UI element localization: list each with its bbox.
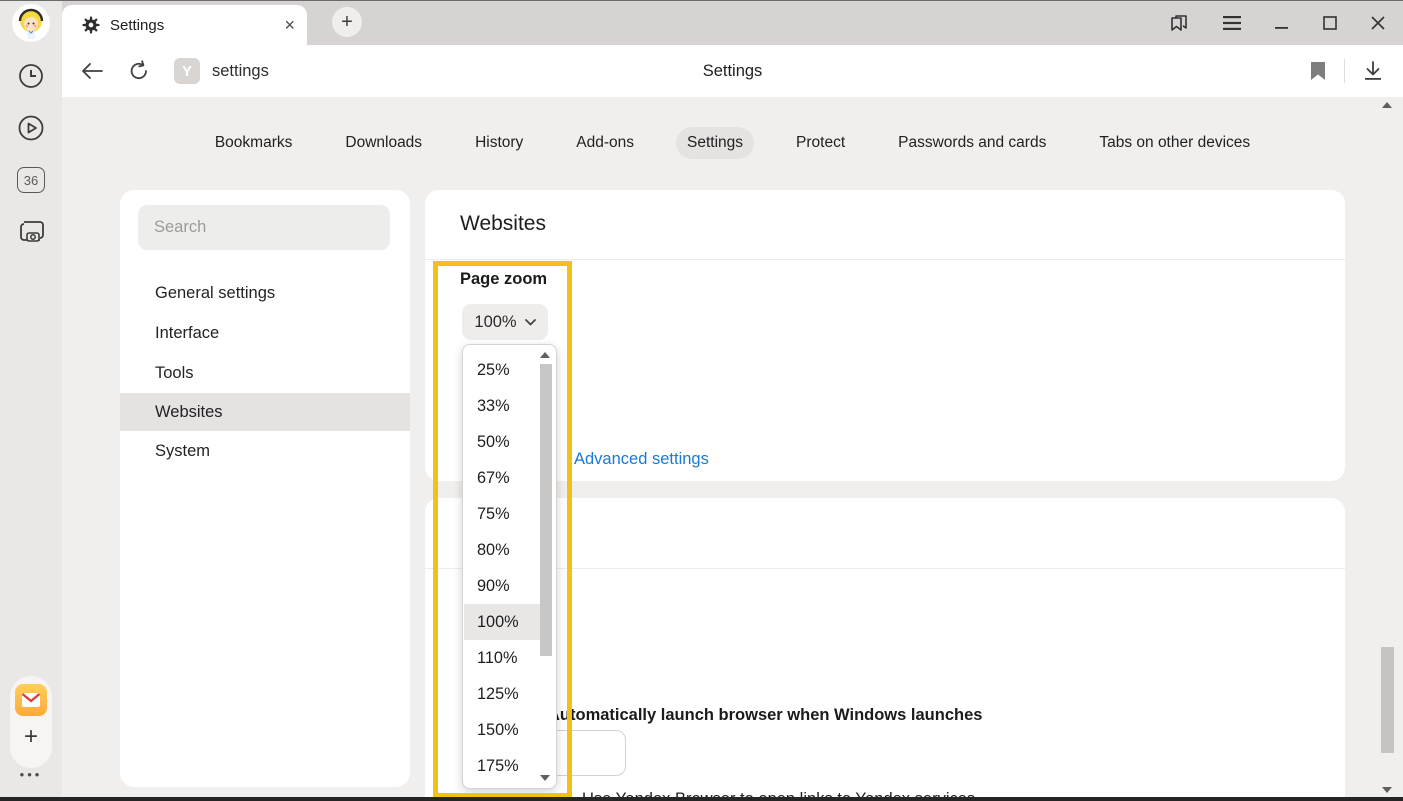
avatar-girl-icon — [15, 7, 47, 39]
websites-heading: Websites — [460, 212, 546, 236]
page-zoom-select[interactable]: 100% — [462, 304, 548, 340]
reload-button[interactable] — [128, 60, 150, 82]
page-zoom-value: 100% — [474, 313, 516, 332]
tab-close-button[interactable]: × — [284, 15, 295, 36]
scroll-up-arrow[interactable] — [540, 352, 550, 358]
dropdown-scrollbar — [539, 348, 553, 785]
zoom-option-25[interactable]: 25% — [464, 352, 541, 388]
search-input[interactable] — [138, 205, 390, 250]
close-button[interactable] — [1371, 16, 1385, 30]
site-favicon: Y — [174, 58, 200, 84]
nav-tab-tabs-on-other-devices[interactable]: Tabs on other devices — [1088, 127, 1261, 159]
launch-with-windows-row: Automatically launch browser when Window… — [548, 706, 982, 725]
sidebar-item-system[interactable]: System — [120, 431, 410, 471]
bookmarks-panel-icon[interactable] — [1169, 13, 1189, 33]
address-bar: Settings Y settings — [62, 45, 1403, 97]
history-clock-icon[interactable] — [0, 60, 62, 92]
card-divider — [425, 259, 1345, 260]
system-card: Automatically launch browser when Window… — [425, 498, 1345, 801]
nav-tab-history[interactable]: History — [464, 127, 534, 159]
zoom-option-100[interactable]: 100% — [464, 604, 541, 640]
yandex-mail-icon[interactable] — [15, 684, 47, 716]
zoom-option-175[interactable]: 175% — [464, 748, 541, 784]
scrollbar-thumb[interactable] — [540, 364, 552, 656]
tab-counter-badge[interactable]: 36 — [0, 166, 62, 194]
sidebar-item-interface[interactable]: Interface — [120, 313, 410, 353]
page-scroll-up-arrow[interactable] — [1382, 102, 1392, 108]
minimize-button[interactable] — [1275, 16, 1289, 30]
menu-icon[interactable] — [1223, 16, 1241, 30]
nav-tab-downloads[interactable]: Downloads — [334, 127, 433, 159]
url-text[interactable]: settings — [212, 62, 269, 81]
nav-tab-passwords-and-cards[interactable]: Passwords and cards — [887, 127, 1057, 159]
scroll-down-arrow[interactable] — [540, 775, 550, 781]
add-widget-button[interactable]: + — [24, 726, 38, 748]
titlebar: Settings × + — [62, 0, 1403, 45]
toolbar-divider — [1344, 59, 1345, 83]
zoom-option-33[interactable]: 33% — [464, 388, 541, 424]
page-zoom-label: Page zoom — [460, 270, 547, 289]
downloads-icon[interactable] — [1363, 61, 1383, 81]
window-top-border — [0, 0, 1403, 1]
advanced-settings-link[interactable]: Advanced settings — [574, 450, 709, 469]
zoom-options-list: 25%33%50%67%75%80%90%100%110%125%150%175… — [464, 352, 541, 784]
sidebar-item-tools[interactable]: Tools — [120, 353, 410, 393]
zoom-option-80[interactable]: 80% — [464, 532, 541, 568]
window-bottom-border — [0, 797, 1403, 801]
websites-card: Websites Page zoom Advanced settings Adv… — [425, 190, 1345, 481]
maximize-button[interactable] — [1323, 16, 1337, 30]
settings-menu: General settingsInterfaceToolsWebsitesSy… — [120, 273, 410, 471]
sidebar-item-websites[interactable]: Websites — [120, 393, 410, 431]
card-divider — [425, 568, 1345, 569]
sidebar-item-general-settings[interactable]: General settings — [120, 273, 410, 313]
app-sidebar: 36 + ••• — [0, 0, 62, 801]
sidebar-more-button[interactable]: ••• — [0, 762, 62, 786]
zoom-option-125[interactable]: 125% — [464, 676, 541, 712]
gear-icon — [82, 16, 100, 34]
tab-title: Settings — [110, 17, 274, 34]
zoom-option-90[interactable]: 90% — [464, 568, 541, 604]
zoom-option-67[interactable]: 67% — [464, 460, 541, 496]
settings-nav-tabs: Bookmarks Downloads History Add-ons Settings… — [62, 127, 1403, 159]
nav-tab-bookmarks[interactable]: Bookmarks — [204, 127, 304, 159]
profile-avatar[interactable] — [12, 4, 50, 42]
page-zoom-dropdown: 25%33%50%67%75%80%90%100%110%125%150%175… — [462, 344, 557, 789]
zoom-option-110[interactable]: 110% — [464, 640, 541, 676]
media-play-icon[interactable] — [0, 112, 62, 144]
zoom-option-75[interactable]: 75% — [464, 496, 541, 532]
settings-sidebar-card: General settingsInterfaceToolsWebsitesSy… — [120, 190, 410, 787]
zoom-option-150[interactable]: 150% — [464, 712, 541, 748]
sidebar-apps-pill: + — [10, 676, 52, 768]
settings-page: Bookmarks Downloads History Add-ons Settings… — [62, 97, 1403, 801]
nav-tab-protect[interactable]: Protect — [785, 127, 856, 159]
new-tab-button[interactable]: + — [332, 7, 362, 37]
browser-tab-settings[interactable]: Settings × — [62, 5, 307, 45]
back-button[interactable] — [80, 62, 104, 80]
nav-tab-add-ons[interactable]: Add-ons — [565, 127, 645, 159]
screenshot-icon[interactable] — [0, 214, 62, 248]
page-scroll-down-arrow[interactable] — [1382, 787, 1392, 793]
page-scrollbar-thumb[interactable] — [1381, 647, 1394, 753]
nav-tab-settings[interactable]: Settings — [676, 127, 754, 159]
zoom-option-50[interactable]: 50% — [464, 424, 541, 460]
bookmark-icon[interactable] — [1310, 61, 1326, 81]
chevron-down-icon — [525, 319, 536, 326]
